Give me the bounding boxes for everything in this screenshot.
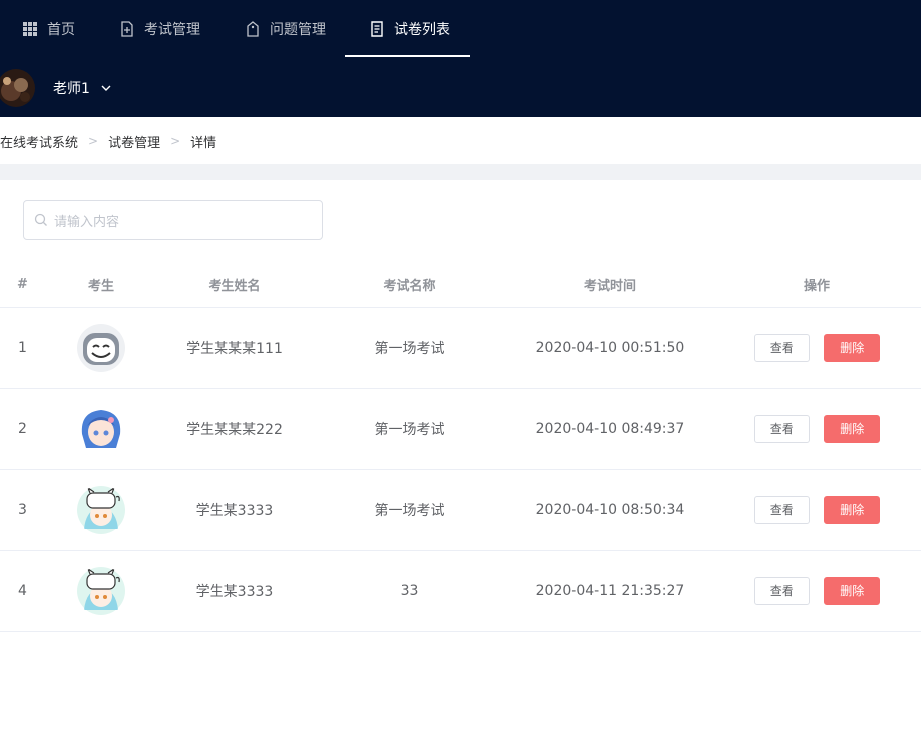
nav-item-exam-management[interactable]: 考试管理 [119, 0, 200, 57]
row-exam-time: 2020-04-11 21:35:27 [507, 550, 713, 632]
delete-button[interactable]: 删除 [824, 333, 881, 362]
row-student-name: 学生某3333 [157, 550, 312, 632]
search-input[interactable]: 请输入内容 [23, 200, 323, 240]
nav-label-home: 首页 [47, 21, 75, 38]
user-menu[interactable]: 老师1 [0, 66, 112, 110]
table-row: 4 学生某3333 33 2020-04-11 21:35:27 查看 删除 [0, 550, 921, 632]
delete-button[interactable]: 删除 [824, 495, 881, 524]
avatar-cell [45, 550, 157, 632]
chevron-down-icon [101, 85, 111, 91]
row-exam-time: 2020-04-10 08:50:34 [507, 469, 713, 551]
row-exam-name: 第一场考试 [312, 388, 507, 470]
delete-button[interactable]: 删除 [824, 576, 881, 605]
avatar-cell [45, 469, 157, 551]
breadcrumb-item-detail: 详情 [190, 135, 217, 151]
row-student-name: 学生某某某111 [157, 307, 312, 389]
table-row: 2 学生某某某222 第一场考试 2020-04-10 08:49:37 查看 … [0, 388, 921, 470]
nav-label-exam-management: 考试管理 [144, 21, 200, 38]
view-button[interactable]: 查看 [753, 333, 810, 362]
search-icon [34, 213, 47, 226]
avatar-cell [45, 388, 157, 470]
table-row: 3 学生某3333 第一场考试 2020-04-10 08:50:34 查看 删… [0, 469, 921, 551]
row-exam-time: 2020-04-10 00:51:50 [507, 307, 713, 389]
breadcrumb: 在线考试系统 > 试卷管理 > 详情 [0, 131, 216, 151]
row-exam-time: 2020-04-10 08:49:37 [507, 388, 713, 470]
anime-cat-avatar [76, 566, 126, 616]
nav-item-paper-list[interactable]: 试卷列表 [345, 0, 470, 57]
header-name: 考生姓名 [157, 262, 312, 308]
row-exam-name: 第一场考试 [312, 307, 507, 389]
user-avatar [0, 69, 35, 107]
nav-label-paper-list: 试卷列表 [394, 21, 450, 38]
nav-item-home[interactable]: 首页 [22, 0, 75, 57]
header-exam: 考试名称 [312, 262, 507, 308]
file-add-icon [121, 20, 133, 37]
robot-avatar [76, 323, 126, 373]
row-index: 3 [0, 469, 45, 551]
view-button[interactable]: 查看 [753, 576, 810, 605]
row-actions: 查看 删除 [713, 388, 921, 470]
table-row: 1 学生某某某111 第一场考试 2020-04-10 00:51:50 查看 [0, 307, 921, 389]
anime-girl-avatar [76, 404, 126, 454]
row-student-name: 学生某3333 [157, 469, 312, 551]
header-index: # [0, 262, 45, 308]
chevron-right-icon: > [170, 134, 181, 148]
delete-button[interactable]: 删除 [824, 414, 881, 443]
tag-icon [247, 20, 259, 37]
avatar-cell [45, 307, 157, 389]
row-actions: 查看 删除 [713, 469, 921, 551]
divider-bar [0, 164, 921, 180]
header-time: 考试时间 [507, 262, 713, 308]
row-student-name: 学生某某某222 [157, 388, 312, 470]
user-name: 老师1 [53, 81, 90, 97]
grid-icon [23, 21, 37, 36]
nav-label-question-management: 问题管理 [270, 21, 326, 38]
anime-cat-avatar [76, 485, 126, 535]
row-actions: 查看 删除 [713, 550, 921, 632]
view-button[interactable]: 查看 [753, 414, 810, 443]
document-icon [371, 20, 383, 37]
view-button[interactable]: 查看 [753, 495, 810, 524]
breadcrumb-item-paper-management[interactable]: 试卷管理 [108, 132, 160, 151]
header-avatar: 考生 [45, 262, 157, 308]
exam-results-table: # 考生 考生姓名 考试名称 考试时间 操作 1 学生某某某111 第一场考试 … [0, 262, 921, 632]
row-exam-name: 33 [312, 550, 507, 632]
breadcrumb-item-system[interactable]: 在线考试系统 [0, 132, 78, 151]
row-index: 2 [0, 388, 45, 470]
row-exam-name: 第一场考试 [312, 469, 507, 551]
nav-item-question-management[interactable]: 问题管理 [245, 0, 326, 57]
header-actions: 操作 [713, 262, 921, 308]
chevron-right-icon: > [88, 134, 99, 148]
search-placeholder: 请输入内容 [54, 214, 120, 230]
row-actions: 查看 删除 [713, 307, 921, 389]
row-index: 4 [0, 550, 45, 632]
row-index: 1 [0, 307, 45, 389]
top-navbar: 首页 考试管理 问题管理 试卷列表 老师1 [0, 0, 921, 117]
table-header-row: # 考生 考生姓名 考试名称 考试时间 操作 [0, 262, 921, 308]
